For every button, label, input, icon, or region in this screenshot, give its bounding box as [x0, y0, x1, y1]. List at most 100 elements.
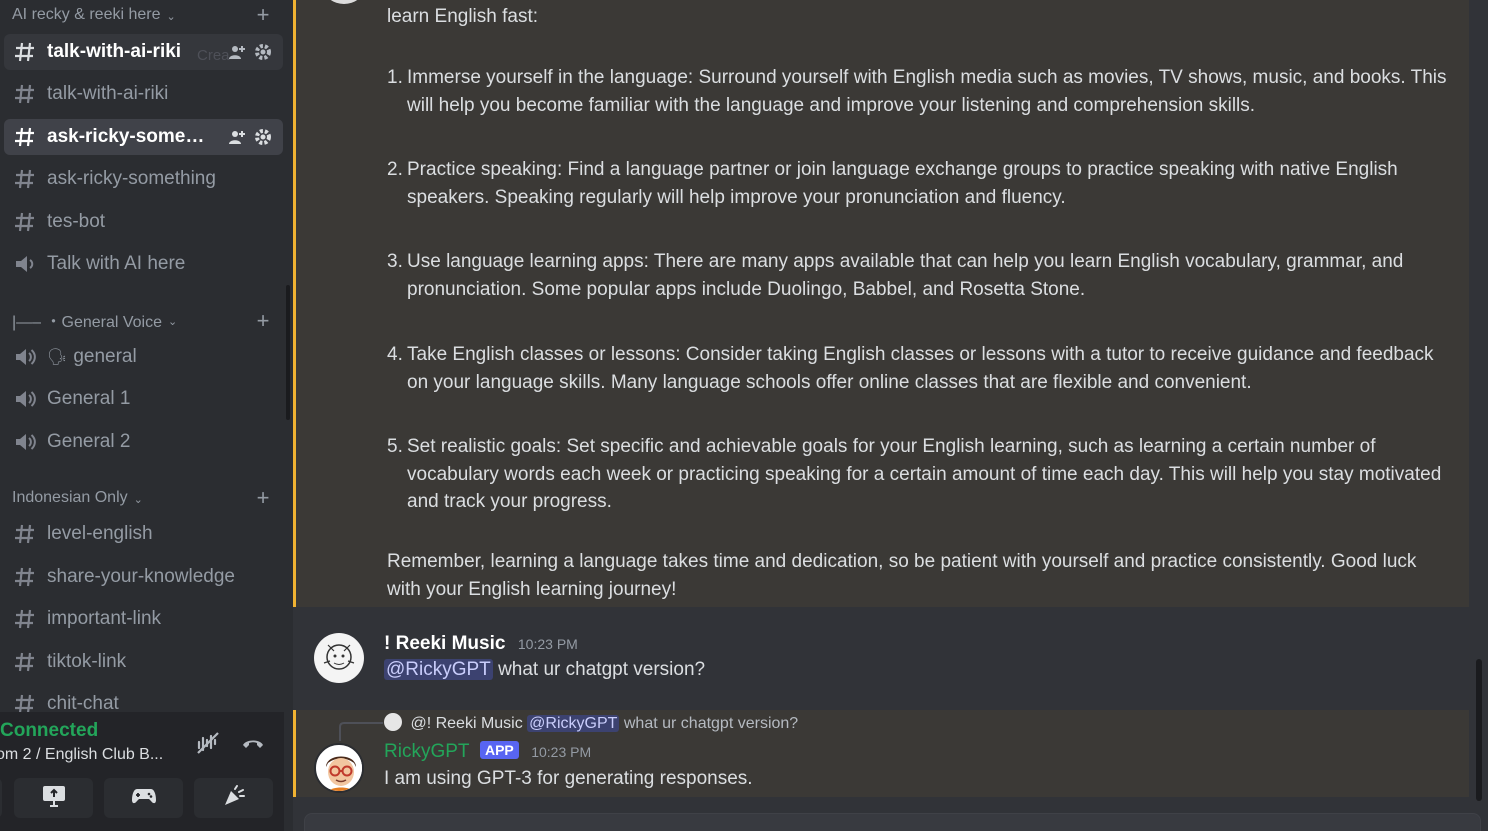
channel-talk-with-ai-here[interactable]: Talk with AI here	[4, 246, 283, 282]
avatar[interactable]	[314, 633, 364, 683]
message-header: RickyGPT APP 10:23 PM	[384, 741, 591, 763]
list-number: 3.	[387, 251, 403, 272]
screen-share-icon	[41, 784, 67, 813]
user-mention: @RickyGPT	[527, 715, 620, 732]
text-channel-thread-icon	[12, 39, 38, 65]
channel-level-english[interactable]: level-english	[4, 516, 283, 552]
reply-reference[interactable]: @! Reeki Music @RickyGPT what ur chatgpt…	[384, 713, 798, 733]
reply-text: what ur chatgpt version?	[623, 715, 799, 732]
channel-share-your-knowledge[interactable]: share-your-knowledge	[4, 559, 283, 595]
channel-label: ask-ricky-somet...	[47, 126, 207, 147]
user-mention[interactable]: @RickyGPT	[384, 659, 493, 680]
stage-channel-icon	[12, 251, 38, 277]
list-number: 4.	[387, 344, 403, 365]
message-input[interactable]	[304, 813, 1481, 831]
create-channel-icon[interactable]: +	[253, 310, 273, 332]
avatar[interactable]	[314, 743, 364, 793]
list-number: 5.	[387, 436, 403, 457]
voice-channel-general-2[interactable]: General 2	[4, 424, 283, 460]
sidebar-scrollbar[interactable]	[286, 285, 290, 420]
list-item: 4. Take English classes or lessons: Cons…	[387, 341, 1447, 396]
message-author[interactable]: ! Reeki Music	[384, 633, 505, 654]
message-author[interactable]: RickyGPT	[384, 741, 470, 762]
list-text: Use language learning apps: There are ma…	[407, 251, 1404, 300]
message-timestamp: 10:23 PM	[517, 636, 578, 652]
category-general-voice-header[interactable]: |—– ・General Voice ⌄	[12, 310, 178, 331]
screen-share-button[interactable]	[14, 778, 93, 818]
chevron-down-icon: ⌄	[168, 315, 178, 328]
invite-user-icon[interactable]	[227, 127, 247, 147]
voice-channel-general-1[interactable]: General 1	[4, 381, 283, 417]
text-channel-thread-icon	[12, 209, 38, 235]
gear-icon[interactable]	[253, 42, 273, 62]
chat-main: learn English fast: 1. Immerse yourself …	[293, 0, 1488, 831]
channel-label: General 1	[47, 388, 131, 409]
channel-label: Talk with AI here	[47, 253, 186, 274]
channel-label: tiktok-link	[47, 651, 127, 672]
speaker-icon	[12, 344, 38, 370]
disconnect-call-icon[interactable]	[239, 729, 267, 757]
reply-connector	[339, 722, 383, 741]
category-indonesian-header[interactable]: Indonesian Only ⌄	[12, 488, 143, 508]
channel-label: level-english	[47, 523, 153, 544]
channel-tiktok-link[interactable]: tiktok-link	[4, 644, 283, 680]
text-channel-icon	[12, 81, 38, 107]
invite-user-icon[interactable]	[227, 42, 247, 62]
chevron-down-icon: ⌄	[166, 10, 176, 23]
list-text: Practice speaking: Find a language partn…	[407, 159, 1398, 208]
chevron-down-icon: ⌄	[133, 493, 143, 506]
list-text: Set realistic goals: Set specific and ac…	[407, 436, 1442, 512]
message-content: @RickyGPT what ur chatgpt version?	[384, 659, 705, 681]
message-highlighted-reply: @! Reeki Music @RickyGPT what ur chatgpt…	[293, 710, 1469, 797]
channel-label: share-your-knowledge	[47, 566, 235, 587]
channel-label: talk-with-ai-riki	[47, 41, 182, 62]
gamepad-icon	[131, 786, 157, 811]
speaker-icon	[12, 386, 38, 412]
avatar[interactable]	[324, 0, 364, 4]
create-channel-icon[interactable]: +	[253, 4, 273, 26]
gear-icon[interactable]	[253, 127, 273, 147]
channel-talk-with-ai-riki-1[interactable]: talk-with-ai-riki Crea	[4, 34, 283, 70]
app-badge: APP	[479, 741, 519, 759]
list-number: 2.	[387, 159, 403, 180]
channel-label: general	[73, 346, 137, 367]
voice-status[interactable]: Connected	[0, 720, 98, 742]
soundboard-icon	[221, 783, 247, 814]
voice-connection-panel: Connected om 2 / English Club B...	[0, 712, 284, 831]
noise-suppression-icon[interactable]	[194, 729, 222, 757]
speaker-icon	[12, 429, 38, 455]
category-label: |—– ・General Voice	[12, 314, 163, 331]
create-channel-icon[interactable]: +	[253, 487, 273, 509]
category-ai-header[interactable]: AI recky & reeki here ⌄	[12, 5, 176, 25]
channel-ask-ricky-selected[interactable]: ask-ricky-somet...	[4, 119, 283, 155]
channel-label: talk-with-ai-riki	[47, 83, 169, 104]
message-text: what ur chatgpt version?	[498, 659, 706, 680]
soundboard-button[interactable]	[194, 778, 273, 818]
voice-room-name[interactable]: om 2 / English Club B...	[0, 746, 176, 764]
voice-channel-general[interactable]: 🗣 general	[4, 339, 283, 375]
channel-label: tes-bot	[47, 211, 106, 232]
speaking-head-emoji: 🗣	[47, 349, 68, 366]
channel-important-link[interactable]: important-link	[4, 601, 283, 637]
list-item: 2. Practice speaking: Find a language pa…	[387, 156, 1447, 211]
camera-tile[interactable]	[0, 778, 2, 818]
channel-label: General 2	[47, 431, 131, 452]
text-channel-icon	[12, 166, 38, 192]
channel-tes-bot[interactable]: tes-bot	[4, 204, 283, 240]
activities-button[interactable]	[104, 778, 183, 818]
channel-ask-ricky-something[interactable]: ask-ricky-something	[4, 161, 283, 197]
text-channel-icon	[12, 649, 38, 675]
category-label: Indonesian Only	[12, 489, 128, 506]
category-label: AI recky & reeki here	[12, 6, 161, 23]
list-item: 3. Use language learning apps: There are…	[387, 248, 1447, 303]
channel-sidebar: AI recky & reeki here ⌄ + talk-with-ai-r…	[0, 0, 293, 831]
ghost-tooltip-text: Crea	[197, 47, 230, 64]
channel-talk-with-ai-riki-2[interactable]: talk-with-ai-riki	[4, 76, 283, 112]
message-timestamp: 10:23 PM	[531, 744, 592, 760]
reply-author: @! Reeki Music	[410, 715, 523, 732]
message-text-intro: learn English fast:	[387, 6, 539, 27]
message-header: ! Reeki Music 10:23 PM	[384, 633, 578, 655]
chat-scrollbar[interactable]	[1476, 659, 1482, 801]
list-text: Immerse yourself in the language: Surrou…	[407, 67, 1447, 116]
list-number: 1.	[387, 67, 403, 88]
